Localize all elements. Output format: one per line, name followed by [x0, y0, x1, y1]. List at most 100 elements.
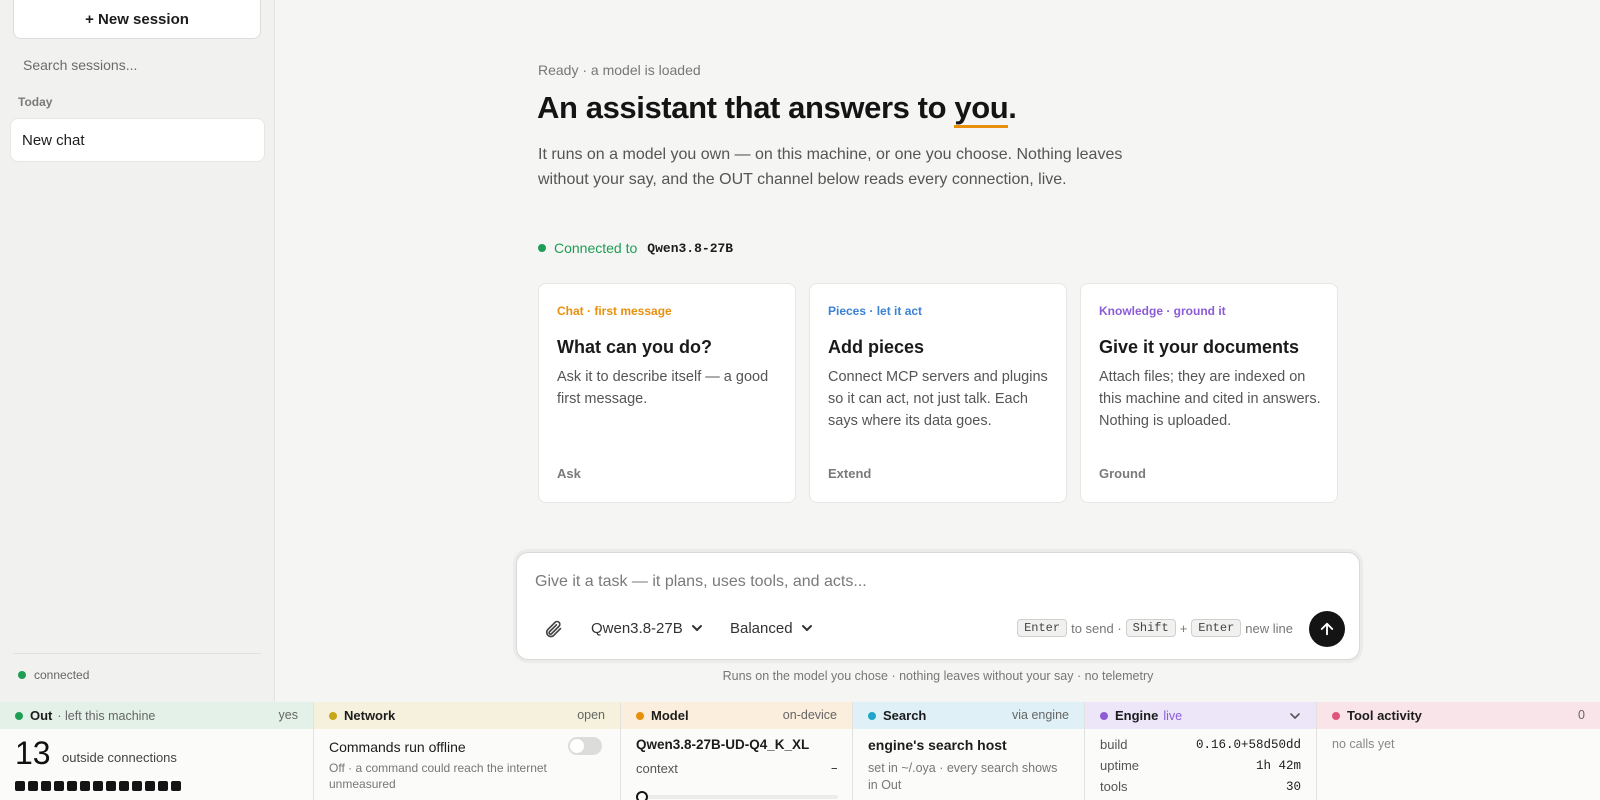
engine-value: 1h 42m: [1255, 758, 1301, 773]
card-chat[interactable]: Chat · first message What can you do? As…: [538, 283, 796, 503]
card-body: Connect MCP servers and plugins so it ca…: [828, 369, 1048, 429]
arrow-up-icon: [1320, 622, 1334, 636]
session-item-new-chat[interactable]: New chat: [10, 118, 265, 162]
connection-square: [54, 781, 64, 791]
connection-square: [171, 781, 181, 791]
engine-key: uptime: [1100, 758, 1140, 773]
kbd-enter: Enter: [1017, 619, 1068, 637]
connection-status-label: connected: [34, 668, 90, 682]
engine-row-uptime: uptime 1h 42m: [1100, 755, 1301, 776]
outside-connections-label: outside connections: [62, 750, 177, 765]
keyboard-hints: Enter to send · Shift + Enter new line: [1017, 619, 1293, 637]
attach-paperclip-icon[interactable]: [543, 619, 563, 639]
panel-status: open: [577, 708, 605, 722]
tool-activity-empty: no calls yet: [1332, 737, 1395, 751]
card-action[interactable]: Ground: [1099, 466, 1146, 481]
context-slider-handle[interactable]: [636, 791, 648, 800]
panel-status: yes: [278, 708, 298, 722]
hint-to-send: to send ·: [1071, 620, 1122, 636]
task-input[interactable]: [535, 569, 1315, 595]
panel-tools-header: Tool activity 0: [1317, 702, 1600, 729]
panel-status: 0: [1578, 708, 1585, 722]
chevron-down-icon[interactable]: [1289, 710, 1301, 722]
privacy-footnote: Runs on the model you chose · nothing le…: [722, 669, 1154, 683]
session-item-label: New chat: [22, 131, 85, 149]
ready-status: Ready · a model is loaded: [538, 62, 701, 78]
engine-value: 0.16.0+58d50dd: [1195, 737, 1301, 752]
panel-engine[interactable]: Engine live build 0.16.0+58d50dd uptime …: [1085, 702, 1317, 800]
chevron-down-icon: [801, 625, 812, 631]
new-session-button[interactable]: + New session: [13, 0, 261, 39]
connection-square: [132, 781, 142, 791]
connection-squares: [15, 781, 181, 791]
panel-out[interactable]: Out · left this machine yes 13 outside c…: [0, 702, 314, 800]
engine-key: build: [1100, 737, 1128, 752]
card-body: Ask it to describe itself — a good first…: [557, 369, 769, 407]
panel-search[interactable]: Search via engine engine's search host s…: [853, 702, 1085, 800]
sidebar-divider: [13, 653, 261, 654]
connection-square: [93, 781, 103, 791]
card-action[interactable]: Extend: [828, 466, 871, 481]
engine-dot-icon: [1100, 711, 1108, 720]
kbd-shift: Shift: [1125, 619, 1176, 637]
model-select-value: Qwen3.8-27B: [591, 619, 683, 637]
card-kicker: Chat · first message: [557, 304, 672, 318]
connection-square: [15, 781, 25, 791]
connected-model-name: Qwen3.8-27B: [647, 240, 734, 256]
card-title: Give it your documents: [1099, 337, 1300, 357]
connected-label: Connected to: [554, 240, 638, 256]
offline-commands-desc: Off · a command could reach the internet…: [329, 761, 547, 791]
headline-pre: An assistant that answers to: [537, 90, 955, 125]
panel-subtitle: · left this machine: [57, 708, 156, 723]
panel-model-header: Model on-device: [621, 702, 852, 729]
panel-title: Network: [344, 708, 396, 723]
kbd-enter-2: Enter: [1191, 619, 1242, 637]
connection-square: [106, 781, 116, 791]
engine-live-label: live: [1163, 708, 1183, 723]
search-sessions-input[interactable]: [13, 52, 261, 78]
panel-status: via engine: [1012, 708, 1069, 722]
panel-model[interactable]: Model on-device Qwen3.8-27B-UD-Q4_K_XL c…: [621, 702, 853, 800]
session-group-label: Today: [18, 95, 53, 109]
model-select[interactable]: Qwen3.8-27B: [591, 615, 703, 641]
card-kicker: Pieces · let it act: [828, 304, 923, 318]
card-pieces[interactable]: Pieces · let it act Add pieces Connect M…: [809, 283, 1067, 503]
panel-title: Out: [30, 708, 53, 723]
card-action[interactable]: Ask: [557, 466, 581, 481]
status-dot-icon: [18, 671, 26, 679]
offline-commands-toggle[interactable]: [568, 737, 602, 755]
engine-row-build: build 0.16.0+58d50dd: [1100, 734, 1301, 755]
sidebar: + New session Today New chat connected: [0, 0, 275, 702]
page-title: An assistant that answers to you.: [537, 90, 1017, 128]
out-dot-icon: [15, 711, 23, 720]
engine-value: 30: [1285, 779, 1301, 794]
context-bar: [636, 795, 838, 799]
send-button[interactable]: [1309, 611, 1345, 647]
hint-new-line: new line: [1245, 620, 1293, 636]
connection-square: [145, 781, 155, 791]
panel-engine-header: Engine live: [1085, 702, 1316, 729]
panel-search-header: Search via engine: [853, 702, 1084, 729]
model-dot-icon: [636, 711, 644, 720]
engine-key: tools: [1100, 779, 1128, 794]
panel-network-header: Network open: [314, 702, 620, 729]
card-knowledge[interactable]: Knowledge · ground it Give it your docum…: [1080, 283, 1338, 503]
connection-status: connected: [18, 668, 89, 682]
panel-title: Model: [651, 708, 689, 723]
panel-title: Tool activity: [1347, 708, 1422, 723]
mode-select[interactable]: Balanced: [730, 615, 813, 641]
headline-post: .: [1008, 90, 1017, 125]
panel-title: Engine: [1115, 708, 1159, 723]
outside-connections-count: 13: [15, 735, 51, 771]
context-value: –: [830, 761, 838, 776]
model-connection: Connected to Qwen3.8-27B: [538, 240, 733, 256]
search-host-desc: set in ~/.oya · every search shows in Ou…: [868, 761, 1058, 792]
composer: Qwen3.8-27B Balanced Enter to send · Shi…: [516, 552, 1360, 660]
panel-tool-activity[interactable]: Tool activity 0 no calls yet: [1317, 702, 1600, 800]
engine-row-tools: tools 30: [1100, 776, 1301, 797]
connection-square: [41, 781, 51, 791]
network-dot-icon: [329, 711, 337, 720]
context-row: context –: [636, 758, 838, 779]
connected-dot-icon: [538, 244, 546, 252]
panel-network[interactable]: Network open Commands run offline Off · …: [314, 702, 621, 800]
